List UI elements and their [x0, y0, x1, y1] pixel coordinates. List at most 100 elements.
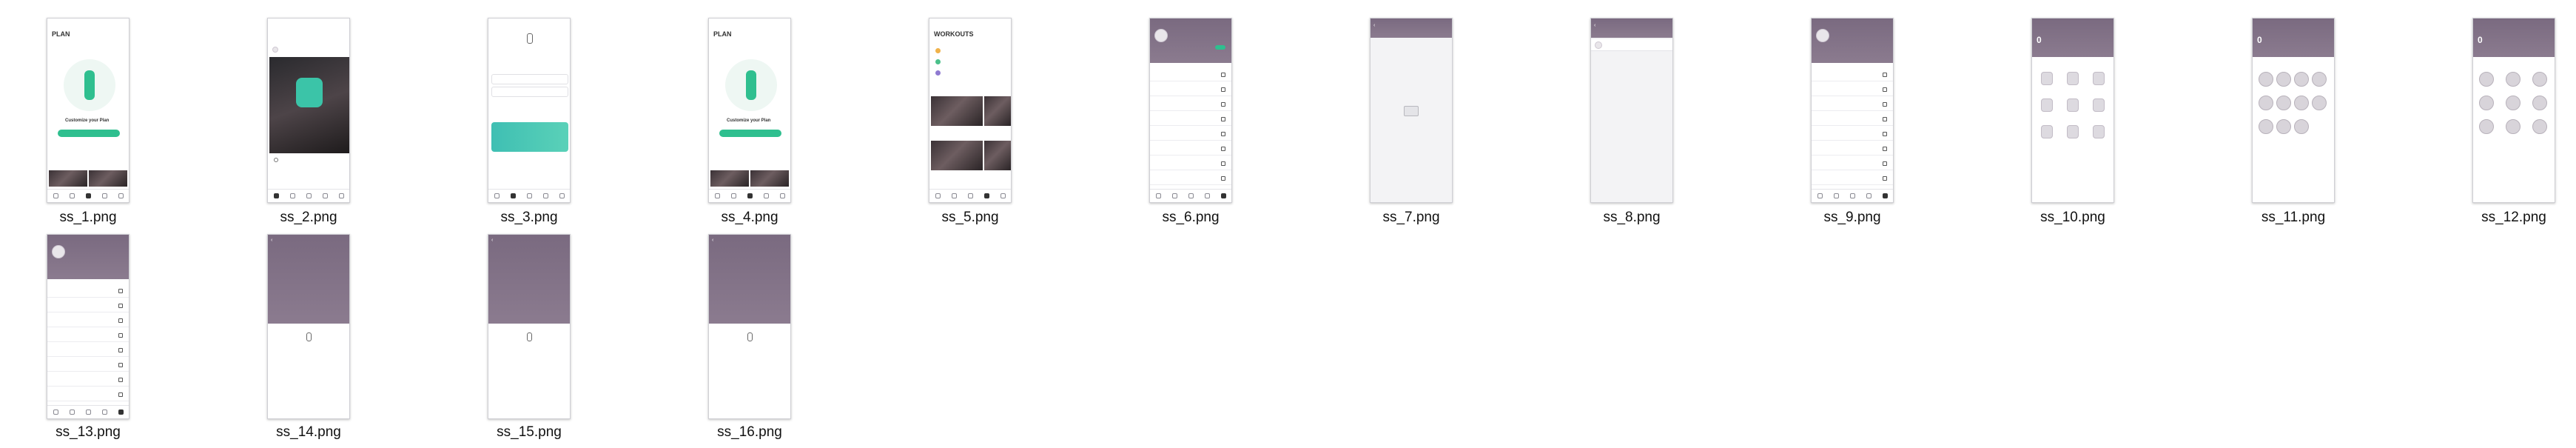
nav-icon[interactable]	[273, 193, 279, 198]
badge-icon[interactable]	[2093, 72, 2105, 85]
nav-icon[interactable]	[1882, 193, 1888, 198]
nav-icon[interactable]	[983, 193, 989, 198]
badge-icon[interactable]	[2506, 119, 2520, 134]
toggle-switch[interactable]	[1215, 45, 1225, 50]
badge-icon[interactable]	[2506, 72, 2520, 87]
menu-row[interactable]	[47, 285, 129, 298]
badge-icon[interactable]	[2067, 98, 2079, 112]
menu-row[interactable]	[1150, 113, 1231, 126]
nav-icon[interactable]	[747, 193, 753, 198]
back-icon[interactable]: ‹	[491, 238, 493, 243]
menu-row[interactable]	[1812, 113, 1893, 126]
menu-row[interactable]	[1812, 84, 1893, 96]
avatar[interactable]	[1816, 29, 1829, 42]
avatar[interactable]	[52, 245, 65, 258]
badge-icon[interactable]	[2041, 125, 2053, 138]
badge-icon[interactable]	[2294, 72, 2309, 87]
badge-icon[interactable]	[2093, 98, 2105, 112]
badge-icon[interactable]	[2041, 98, 2053, 112]
workout-photo[interactable]	[89, 170, 127, 187]
badge-icon[interactable]	[2294, 96, 2309, 110]
menu-row[interactable]	[1812, 128, 1893, 141]
nav-icon[interactable]	[85, 409, 91, 415]
badge-icon[interactable]	[2276, 96, 2291, 110]
menu-row[interactable]	[1150, 143, 1231, 156]
workout-card[interactable]	[984, 96, 1011, 126]
badge-icon[interactable]	[2067, 125, 2079, 138]
nav-icon[interactable]	[85, 193, 91, 198]
nav-icon[interactable]	[1188, 193, 1194, 198]
badge-icon[interactable]	[2276, 72, 2291, 87]
option-dot-icon[interactable]	[935, 59, 941, 64]
workout-card[interactable]	[931, 141, 983, 170]
back-icon[interactable]: ‹	[1373, 23, 1375, 28]
workout-photo[interactable]	[49, 170, 87, 187]
nav-icon[interactable]	[1220, 193, 1226, 198]
badge-icon[interactable]	[2479, 96, 2494, 110]
nav-icon[interactable]	[1817, 193, 1823, 198]
nav-icon[interactable]	[1849, 193, 1855, 198]
list-item[interactable]	[1591, 39, 1672, 51]
menu-row[interactable]	[47, 389, 129, 401]
back-icon[interactable]: ‹	[1594, 23, 1595, 28]
nav-icon[interactable]	[526, 193, 532, 198]
nav-icon[interactable]	[289, 193, 295, 198]
nav-icon[interactable]	[118, 193, 124, 198]
avatar[interactable]	[272, 47, 278, 53]
menu-row[interactable]	[47, 374, 129, 387]
menu-row[interactable]	[47, 359, 129, 372]
menu-row[interactable]	[1812, 158, 1893, 170]
workout-card[interactable]	[931, 96, 983, 126]
workout-card[interactable]	[984, 141, 1011, 170]
nav-icon[interactable]	[53, 409, 58, 415]
option-dot-icon[interactable]	[935, 70, 941, 76]
nav-icon[interactable]	[101, 193, 107, 198]
badge-icon[interactable]	[2294, 119, 2309, 134]
nav-icon[interactable]	[730, 193, 736, 198]
menu-row[interactable]	[1150, 69, 1231, 81]
back-icon[interactable]: ‹	[712, 238, 713, 243]
get-started-button[interactable]	[58, 130, 120, 137]
nav-icon[interactable]	[118, 409, 124, 415]
nav-icon[interactable]	[1155, 193, 1161, 198]
nav-icon[interactable]	[779, 193, 785, 198]
nav-icon[interactable]	[935, 193, 941, 198]
badge-icon[interactable]	[2276, 119, 2291, 134]
get-started-button[interactable]	[719, 130, 781, 137]
nav-icon[interactable]	[951, 193, 957, 198]
menu-row[interactable]	[1150, 98, 1231, 111]
badge-icon[interactable]	[2506, 96, 2520, 110]
nav-icon[interactable]	[967, 193, 973, 198]
promo-card[interactable]	[491, 122, 568, 152]
badge-icon[interactable]	[2259, 96, 2273, 110]
nav-icon[interactable]	[69, 193, 75, 198]
badge-icon[interactable]	[2532, 96, 2547, 110]
nav-icon[interactable]	[1204, 193, 1210, 198]
menu-row[interactable]	[1150, 84, 1231, 96]
nav-icon[interactable]	[559, 193, 565, 198]
option-dot-icon[interactable]	[935, 48, 941, 53]
workout-photo[interactable]	[750, 170, 789, 187]
badge-icon[interactable]	[2259, 72, 2273, 87]
nav-icon[interactable]	[1171, 193, 1177, 198]
nav-icon[interactable]	[322, 193, 328, 198]
menu-row[interactable]	[1812, 173, 1893, 185]
menu-row[interactable]	[47, 315, 129, 327]
menu-row[interactable]	[1150, 173, 1231, 185]
menu-row[interactable]	[47, 344, 129, 357]
nav-icon[interactable]	[53, 193, 58, 198]
nav-icon[interactable]	[338, 193, 344, 198]
badge-icon[interactable]	[2532, 72, 2547, 87]
menu-row[interactable]	[1812, 143, 1893, 156]
nav-icon[interactable]	[69, 409, 75, 415]
workout-photo[interactable]	[710, 170, 749, 187]
nav-icon[interactable]	[510, 193, 516, 198]
badge-icon[interactable]	[2479, 119, 2494, 134]
badge-icon[interactable]	[2312, 96, 2327, 110]
nav-icon[interactable]	[494, 193, 500, 198]
badge-icon[interactable]	[2093, 125, 2105, 138]
nav-icon[interactable]	[763, 193, 769, 198]
nav-icon[interactable]	[1833, 193, 1839, 198]
nav-icon[interactable]	[101, 409, 107, 415]
heart-icon[interactable]	[274, 158, 278, 162]
